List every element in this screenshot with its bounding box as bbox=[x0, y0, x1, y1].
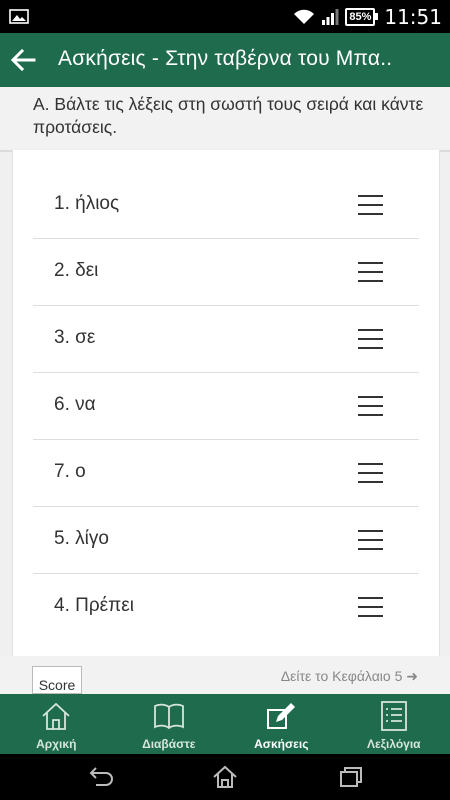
home-icon bbox=[42, 702, 70, 730]
book-icon bbox=[153, 703, 184, 730]
list-icon bbox=[380, 701, 407, 731]
list-item[interactable]: 7. ο bbox=[33, 440, 419, 507]
list-item[interactable]: 2. δει bbox=[33, 239, 419, 306]
status-bar: 85% 11:51 bbox=[0, 0, 450, 33]
exercise-card: 1. ήλιος 2. δει 3. σε 6. να 7. ο 5. λίγο… bbox=[12, 150, 440, 656]
score-bar: Score Δείτε το Κεφάλαιο 5 ➜ bbox=[0, 656, 450, 694]
instruction-text: Α. Βάλτε τις λέξεις στη σωστή τους σειρά… bbox=[33, 94, 424, 137]
nav-item-exercises[interactable]: Ασκήσεις bbox=[225, 694, 338, 754]
list-item[interactable]: 4. Πρέπει bbox=[33, 574, 419, 640]
drag-handle-icon[interactable] bbox=[358, 329, 383, 349]
recent-apps-icon[interactable] bbox=[336, 764, 364, 790]
nav-item-vocabulary[interactable]: Λεξιλόγια bbox=[338, 694, 450, 754]
back-arrow-icon[interactable] bbox=[8, 45, 38, 75]
drag-handle-icon[interactable] bbox=[358, 195, 383, 215]
list-item[interactable]: 3. σε bbox=[33, 306, 419, 373]
nav-item-home[interactable]: Αρχική bbox=[0, 694, 113, 754]
nav-item-label: Λεξιλόγια bbox=[366, 737, 421, 751]
list-item[interactable]: 1. ήλιος bbox=[33, 172, 419, 239]
back-icon[interactable] bbox=[86, 764, 114, 790]
drag-handle-icon[interactable] bbox=[358, 396, 383, 416]
list-item-label: 6. να bbox=[54, 394, 96, 415]
battery-icon: 85% bbox=[345, 7, 379, 26]
chapter-link[interactable]: Δείτε το Κεφάλαιο 5 ➜ bbox=[281, 668, 418, 685]
list-item-label: 4. Πρέπει bbox=[54, 595, 134, 616]
drag-handle-icon[interactable] bbox=[358, 463, 383, 483]
clock: 11:51 bbox=[384, 4, 442, 29]
nav-item-label: Διαβάστε bbox=[142, 737, 196, 751]
list-item-label: 1. ήλιος bbox=[54, 193, 120, 214]
nav-item-label: Αρχική bbox=[36, 737, 77, 751]
list-item[interactable]: 6. να bbox=[33, 373, 419, 440]
image-notification-icon bbox=[9, 9, 29, 24]
list-item-label: 5. λίγο bbox=[54, 528, 109, 549]
nav-item-read[interactable]: Διαβάστε bbox=[113, 694, 226, 754]
bottom-navigation: Αρχική Διαβάστε Ασκήσεις Λεξιλόγια bbox=[0, 694, 450, 754]
list-item[interactable]: 5. λίγο bbox=[33, 507, 419, 574]
drag-handle-icon[interactable] bbox=[358, 530, 383, 550]
instruction-panel: Α. Βάλτε τις λέξεις στη σωστή τους σειρά… bbox=[0, 87, 450, 149]
drag-handle-icon[interactable] bbox=[358, 262, 383, 282]
drag-handle-icon[interactable] bbox=[358, 597, 383, 617]
wifi-icon bbox=[294, 9, 315, 24]
app-bar: Ασκήσεις - Στην ταβέρνα του Μπα.. bbox=[0, 33, 450, 87]
home-button-icon[interactable] bbox=[211, 764, 239, 790]
pencil-icon bbox=[267, 703, 296, 729]
system-navigation-bar bbox=[0, 754, 450, 800]
score-button[interactable]: Score bbox=[32, 666, 82, 694]
sortable-list: 1. ήλιος 2. δει 3. σε 6. να 7. ο 5. λίγο… bbox=[33, 172, 419, 640]
list-item-label: 3. σε bbox=[54, 327, 96, 348]
page-title: Ασκήσεις - Στην ταβέρνα του Μπα.. bbox=[58, 47, 393, 70]
nav-item-label: Ασκήσεις bbox=[254, 737, 309, 751]
list-item-label: 7. ο bbox=[54, 461, 86, 482]
signal-icon bbox=[322, 8, 339, 25]
battery-level: 85% bbox=[345, 7, 376, 26]
list-item-label: 2. δει bbox=[54, 260, 99, 281]
